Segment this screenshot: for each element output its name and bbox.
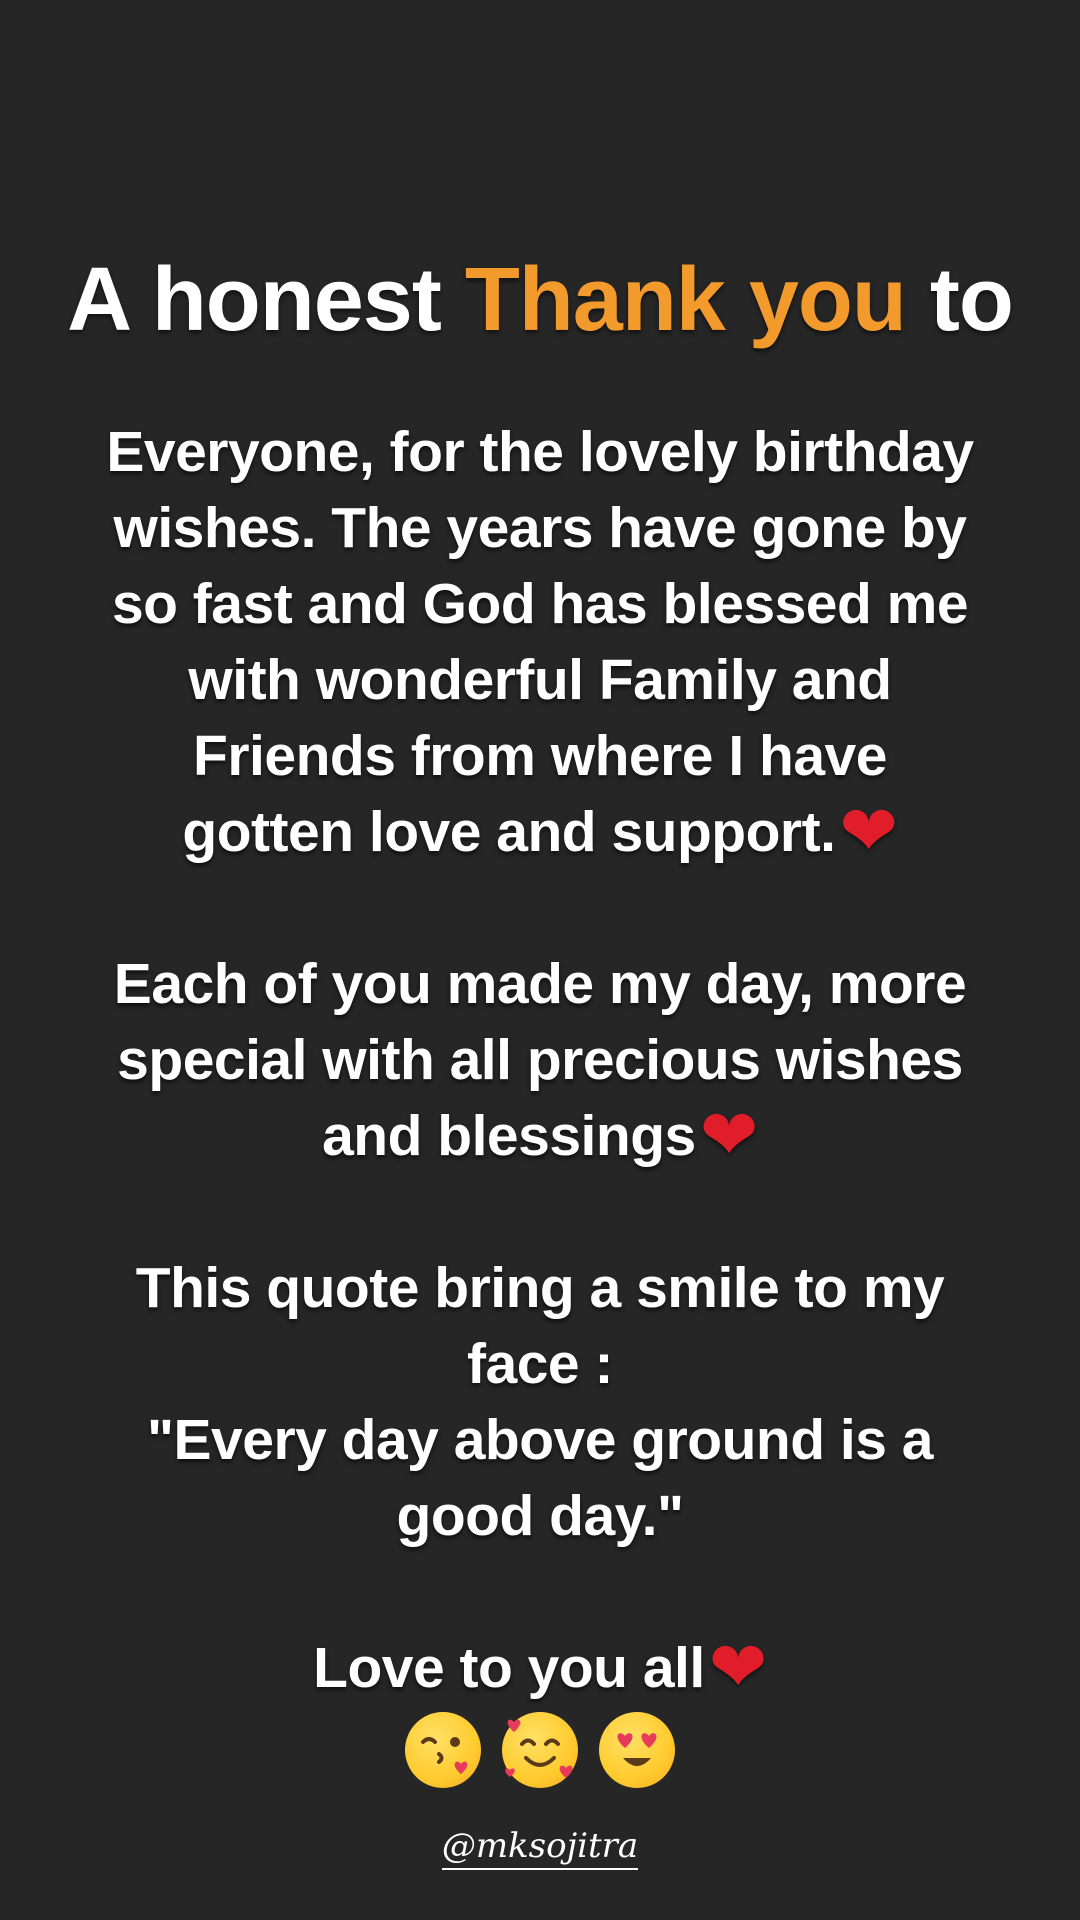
headline-before: A honest xyxy=(67,250,465,350)
author-handle-text[interactable]: @mksojitra xyxy=(441,1826,639,1870)
author-handle[interactable]: @mksojitra xyxy=(0,1824,1080,1870)
red-heart-icon: ❤ xyxy=(708,1628,768,1706)
text-line: Each of you made my day, more xyxy=(113,952,967,1016)
text-line: and blessings xyxy=(322,1104,696,1168)
text-line: Love to you all xyxy=(313,1636,705,1700)
paragraph-love: Love to you all❤ xyxy=(40,1630,1040,1706)
red-heart-icon: ❤ xyxy=(839,792,898,870)
text-line-with-heart: gotten love and support.❤ xyxy=(40,794,1040,870)
text-line: gotten love and support. xyxy=(182,800,836,864)
red-heart-icon: ❤ xyxy=(699,1096,759,1174)
text-line: Everyone, for the lovely birthday xyxy=(106,420,974,484)
text-line: special with all precious wishes xyxy=(117,1028,963,1092)
text-line: This quote bring a smile to my xyxy=(135,1256,945,1320)
text-line: so fast and God has blessed me xyxy=(111,572,969,636)
text-line: face : xyxy=(467,1332,613,1396)
smiling-face-with-hearts-icon xyxy=(502,1711,578,1788)
text-line-with-heart: and blessings❤ xyxy=(40,1098,1040,1174)
headline: A honest Thank you to xyxy=(0,248,1080,352)
headline-accent: Thank you xyxy=(464,250,907,350)
paragraph-quote: This quote bring a smile to my face : "E… xyxy=(40,1250,1040,1554)
emoji-row xyxy=(0,1706,1080,1788)
text-line: with wonderful Family and xyxy=(188,648,892,712)
text-line-with-heart: Love to you all❤ xyxy=(40,1630,1040,1706)
text-line: wishes. The years have gone by xyxy=(113,496,967,560)
paragraph-thanks: Everyone, for the lovely birthday wishes… xyxy=(40,414,1040,870)
heart-eyes-icon xyxy=(599,1711,676,1788)
paragraph-wishes: Each of you made my day, more special wi… xyxy=(40,946,1040,1174)
face-blowing-kiss-icon xyxy=(404,1711,481,1788)
quote-line: "Every day above ground is a xyxy=(147,1408,933,1472)
story-canvas: A honest Thank you to Everyone, for the … xyxy=(0,0,1080,1920)
text-line: Friends from where I have xyxy=(193,724,887,788)
headline-after: to xyxy=(905,250,1014,350)
quote-line: good day." xyxy=(396,1484,684,1548)
